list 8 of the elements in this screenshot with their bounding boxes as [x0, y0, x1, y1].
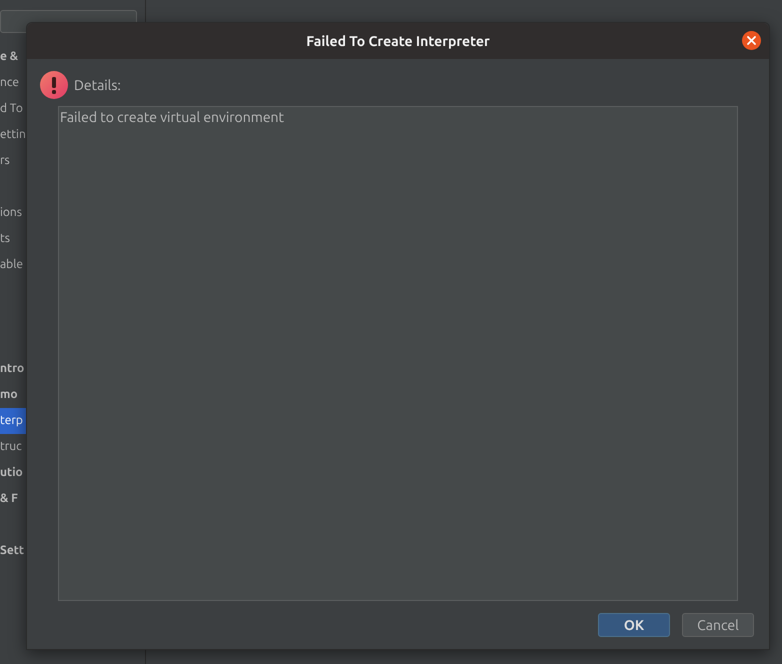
- details-label: Details:: [74, 77, 121, 93]
- details-text-area[interactable]: Failed to create virtual environment: [58, 106, 738, 601]
- dialog-title: Failed To Create Interpreter: [306, 33, 490, 49]
- close-icon[interactable]: [742, 31, 761, 50]
- ok-button[interactable]: OK: [598, 613, 670, 637]
- details-text: Failed to create virtual environment: [60, 108, 284, 126]
- cancel-button[interactable]: Cancel: [682, 613, 754, 637]
- error-icon: [40, 71, 68, 99]
